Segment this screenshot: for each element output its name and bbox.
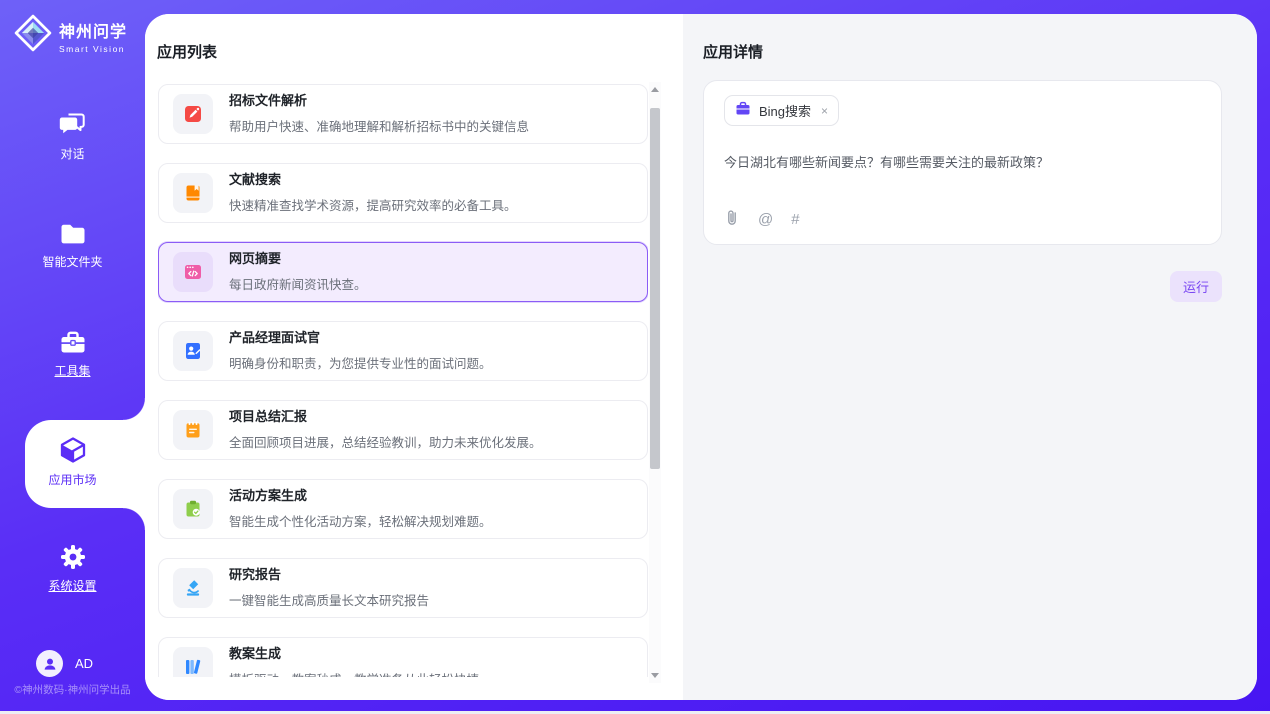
sidebar-item-label: 应用市场	[48, 471, 96, 488]
tool-chip-bing-search[interactable]: Bing搜索 ×	[724, 95, 839, 126]
prompt-input[interactable]: 今日湖北有哪些新闻要点？有哪些需要关注的最新政策？	[724, 152, 1201, 171]
app-list-title: 应用列表	[157, 41, 217, 62]
scroll-down-arrow-icon[interactable]	[651, 673, 659, 678]
gear-icon	[0, 543, 145, 571]
app-item-pm-interviewer[interactable]: 产品经理面试官 明确身份和职责，为您提供专业性的面试问题。	[158, 321, 648, 381]
app-item-title: 产品经理面试官	[229, 330, 492, 346]
app-item-bid-document-analysis[interactable]: 招标文件解析 帮助用户快速、准确地理解和解析招标书中的关键信息	[158, 84, 648, 144]
app-item-title: 招标文件解析	[229, 93, 529, 109]
attachment-icon[interactable]	[724, 208, 740, 230]
avatar	[36, 650, 63, 677]
run-button[interactable]: 运行	[1170, 271, 1222, 302]
hashtag-icon[interactable]: #	[791, 211, 799, 228]
edit-doc-icon	[173, 94, 213, 134]
browser-icon	[173, 252, 213, 292]
app-details-pane: 应用详情 Bing搜索 × 今日湖北有哪些新闻要点？有哪些需要关注的最新政策？	[683, 14, 1257, 700]
app-list-pane: 应用列表 招标文件解析 帮助用户快速、准确地理解和解析招标书中的关键信息	[145, 14, 683, 700]
chip-close-icon[interactable]: ×	[821, 104, 828, 118]
sidebar-item-settings[interactable]: 系统设置	[0, 543, 145, 595]
app-item-research-report[interactable]: 研究报告 一键智能生成高质量长文本研究报告	[158, 558, 648, 618]
app-item-desc: 明确身份和职责，为您提供专业性的面试问题。	[229, 353, 492, 372]
app-item-literature-search[interactable]: 文献搜索 快速精准查找学术资源，提高研究效率的必备工具。	[158, 163, 648, 223]
user-account[interactable]: AD	[36, 650, 93, 677]
app-item-title: 研究报告	[229, 567, 429, 583]
notepad-icon	[173, 410, 213, 450]
sidebar-item-label: 工具集	[54, 362, 90, 379]
app-item-title: 活动方案生成	[229, 488, 492, 504]
sidebar-item-smart-folder[interactable]: 智能文件夹	[0, 221, 145, 271]
books-icon	[173, 647, 213, 677]
sidebar-item-label: 智能文件夹	[42, 253, 102, 270]
toolbox-icon	[0, 329, 145, 356]
interviewer-icon	[173, 331, 213, 371]
sidebar: 神州问学 Smart Vision 对话 智能文件夹	[0, 0, 145, 714]
app-item-desc: 每日政府新闻资讯快查。	[229, 274, 367, 293]
app-list: 招标文件解析 帮助用户快速、准确地理解和解析招标书中的关键信息 文献搜索 快速精…	[158, 84, 648, 677]
sidebar-item-app-market[interactable]: 应用市场	[0, 435, 145, 489]
app-details-title: 应用详情	[703, 41, 763, 62]
app-item-title: 教案生成	[229, 646, 479, 662]
app-item-lesson-plan[interactable]: 教案生成 模板驱动，教案秒成，教学准备从此轻松快捷	[158, 637, 648, 677]
briefcase-icon	[735, 101, 751, 121]
book-icon	[173, 173, 213, 213]
app-item-project-summary[interactable]: 项目总结汇报 全面回顾项目进展，总结经验教训，助力未来优化发展。	[158, 400, 648, 460]
scroll-up-arrow-icon[interactable]	[651, 87, 659, 92]
app-item-desc: 快速精准查找学术资源，提高研究效率的必备工具。	[229, 195, 517, 214]
sidebar-item-label: 系统设置	[48, 577, 96, 594]
sidebar-item-label: 对话	[60, 145, 84, 162]
app-item-title: 项目总结汇报	[229, 409, 542, 425]
cube-icon	[0, 435, 145, 465]
app-item-desc: 智能生成个性化活动方案，轻松解决规划难题。	[229, 511, 492, 530]
mention-icon[interactable]: @	[758, 211, 773, 228]
brand-diamond-icon	[14, 14, 52, 57]
microscope-icon	[173, 568, 213, 608]
scrollbar-thumb[interactable]	[650, 108, 660, 469]
app-item-title: 文献搜索	[229, 172, 517, 188]
app-item-desc: 一键智能生成高质量长文本研究报告	[229, 590, 429, 609]
chat-icon	[0, 111, 145, 139]
user-initials: AD	[75, 656, 93, 671]
sidebar-item-toolset[interactable]: 工具集	[0, 329, 145, 380]
brand-subtitle: Smart Vision	[59, 44, 127, 54]
main-panel: 应用列表 招标文件解析 帮助用户快速、准确地理解和解析招标书中的关键信息	[145, 14, 1257, 700]
app-item-event-plan[interactable]: 活动方案生成 智能生成个性化活动方案，轻松解决规划难题。	[158, 479, 648, 539]
app-item-desc: 全面回顾项目进展，总结经验教训，助力未来优化发展。	[229, 432, 542, 451]
prompt-card: Bing搜索 × 今日湖北有哪些新闻要点？有哪些需要关注的最新政策？ @ #	[703, 80, 1222, 245]
clipboard-check-icon	[173, 489, 213, 529]
app-item-desc: 模板驱动，教案秒成，教学准备从此轻松快捷	[229, 669, 479, 677]
app-item-desc: 帮助用户快速、准确地理解和解析招标书中的关键信息	[229, 116, 529, 135]
copyright-footer: ©神州数码·神州问学出品	[0, 682, 145, 697]
app-item-title: 网页摘要	[229, 251, 367, 267]
app-item-web-summary[interactable]: 网页摘要 每日政府新闻资讯快查。	[158, 242, 648, 302]
folder-icon	[0, 221, 145, 247]
app-logo: 神州问学 Smart Vision	[14, 14, 127, 57]
tool-chip-label: Bing搜索	[759, 101, 811, 120]
app-list-scrollbar[interactable]	[649, 82, 661, 683]
brand-name: 神州问学	[59, 18, 127, 42]
sidebar-item-chat[interactable]: 对话	[0, 111, 145, 163]
